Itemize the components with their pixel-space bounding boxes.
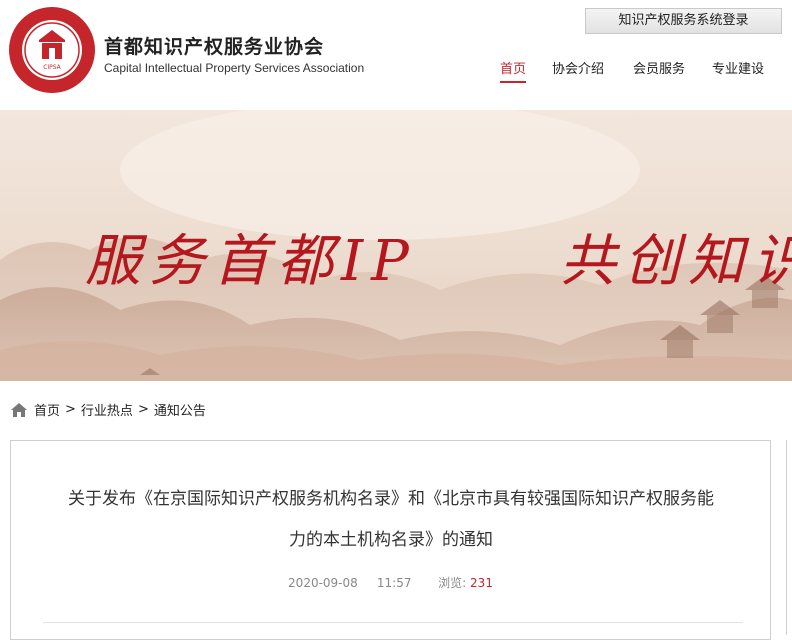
nav-item-member-services[interactable]: 会员服务 (633, 58, 685, 77)
nav-item-label: 协会介绍 (552, 62, 605, 77)
breadcrumb-industry-news[interactable]: 行业热点 (81, 404, 133, 419)
nav-item-label: 专业建设 (712, 62, 765, 77)
breadcrumb-separator: > (137, 402, 149, 417)
article-divider (43, 622, 743, 623)
org-name-cn: 首都知识产权服务业协会 (104, 36, 325, 58)
breadcrumb-notices[interactable]: 通知公告 (154, 404, 206, 419)
nav-item-label: 会员服务 (633, 62, 686, 77)
nav-item-home[interactable]: 首页 (500, 58, 527, 83)
nav-item-about[interactable]: 协会介绍 (552, 58, 604, 77)
sidebar-edge (786, 440, 792, 635)
article-title-line-1: 关于发布《在京国际知识产权服务机构名录》和《北京市具有较强国际知识产权服务能 (68, 489, 714, 509)
logo-abbrev: CIPSA (43, 64, 61, 71)
banner-slogan-2: 共创知识 (560, 229, 792, 294)
nav-item-label: 首页 (500, 62, 527, 77)
association-logo[interactable]: CIPSA (8, 6, 96, 94)
site-header: CIPSA 首都知识产权服务业协会 Capital Intellectual P… (0, 0, 792, 110)
article-meta: 2020-09-08 11:57 浏览: 231 (11, 574, 770, 591)
nav-item-professional[interactable]: 专业建设 (712, 58, 764, 77)
views-label: 浏览: (438, 576, 467, 590)
article-panel: 关于发布《在京国际知识产权服务机构名录》和《北京市具有较强国际知识产权服务能 力… (10, 440, 771, 640)
breadcrumb-home[interactable]: 首页 (34, 404, 60, 419)
org-name-en: Capital Intellectual Property Services A… (104, 61, 365, 75)
breadcrumb: 首页 > 行业热点 > 通知公告 (10, 400, 206, 420)
ip-system-login-button[interactable]: 知识产权服务系统登录 (585, 8, 782, 34)
hero-banner: 服务首都IP 共创知识 (0, 110, 792, 381)
article-date: 2020-09-08 (288, 576, 358, 590)
article-title: 关于发布《在京国际知识产权服务机构名录》和《北京市具有较强国际知识产权服务能 力… (31, 479, 751, 561)
home-icon (11, 402, 27, 417)
breadcrumb-separator: > (65, 402, 76, 417)
active-nav-indicator (500, 81, 527, 83)
banner-slogan-1: 服务首都IP (85, 229, 417, 294)
main-nav: 首页 协会介绍 会员服务 专业建设 (490, 58, 792, 88)
article-title-line-2: 力的本土机构名录》的通知 (289, 530, 493, 550)
views-count: 231 (470, 576, 493, 590)
article-time: 11:57 (376, 576, 412, 590)
